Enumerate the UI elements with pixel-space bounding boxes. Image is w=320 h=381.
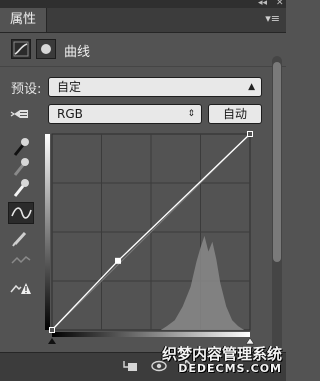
curves-graph-canvas[interactable] bbox=[44, 130, 258, 348]
input-gradient-bar bbox=[52, 332, 250, 337]
black-point-eyedropper-icon[interactable] bbox=[8, 136, 34, 158]
preset-label: 预设: bbox=[11, 82, 42, 97]
output-gradient-bar bbox=[45, 134, 50, 330]
on-image-adjust-icon[interactable] bbox=[10, 104, 34, 124]
black-point-slider[interactable] bbox=[48, 338, 56, 344]
curve-point[interactable] bbox=[115, 257, 121, 264]
curves-graph[interactable] bbox=[44, 130, 258, 348]
panel-menu-icon[interactable]: ▾≡ bbox=[265, 12, 280, 25]
updown-arrows-icon: ⇕ bbox=[187, 109, 195, 119]
watermark-text: 织梦内容管理系统 bbox=[161, 345, 282, 363]
watermark-url: DEDECMS.COM bbox=[178, 362, 282, 375]
scrollbar[interactable] bbox=[272, 56, 282, 352]
scrollbar-thumb[interactable] bbox=[273, 62, 281, 262]
pencil-draw-icon[interactable] bbox=[8, 226, 34, 248]
clipping-warning-icon[interactable] bbox=[8, 276, 34, 298]
channel-value: RGB bbox=[57, 107, 83, 121]
gray-point-eyedropper-icon[interactable] bbox=[8, 156, 34, 178]
curves-adjustment-icon[interactable] bbox=[11, 39, 31, 59]
updown-arrows-icon: ▲ bbox=[248, 82, 255, 92]
preset-select[interactable]: 自定 ▲ bbox=[48, 77, 262, 97]
curve-edit-icon[interactable] bbox=[8, 202, 34, 224]
clip-to-layer-icon[interactable] bbox=[122, 358, 140, 374]
smooth-curve-icon[interactable] bbox=[8, 249, 34, 271]
tab-properties[interactable]: 属性 bbox=[0, 8, 47, 32]
white-point-eyedropper-icon[interactable] bbox=[8, 177, 34, 199]
panel-titlebar: 属性 ▾≡ bbox=[0, 8, 286, 33]
curve-point[interactable] bbox=[49, 327, 55, 333]
layer-mask-icon[interactable] bbox=[36, 39, 56, 59]
channel-select[interactable]: RGB ⇕ bbox=[48, 104, 202, 124]
panel-header: 曲线 bbox=[0, 32, 286, 67]
auto-button[interactable]: 自动 bbox=[208, 104, 262, 124]
panel-title: 曲线 bbox=[64, 45, 91, 60]
curve-point[interactable] bbox=[247, 131, 253, 137]
preset-value: 自定 bbox=[57, 80, 82, 94]
top-strip: ◂◂ ✕ bbox=[0, 0, 286, 8]
